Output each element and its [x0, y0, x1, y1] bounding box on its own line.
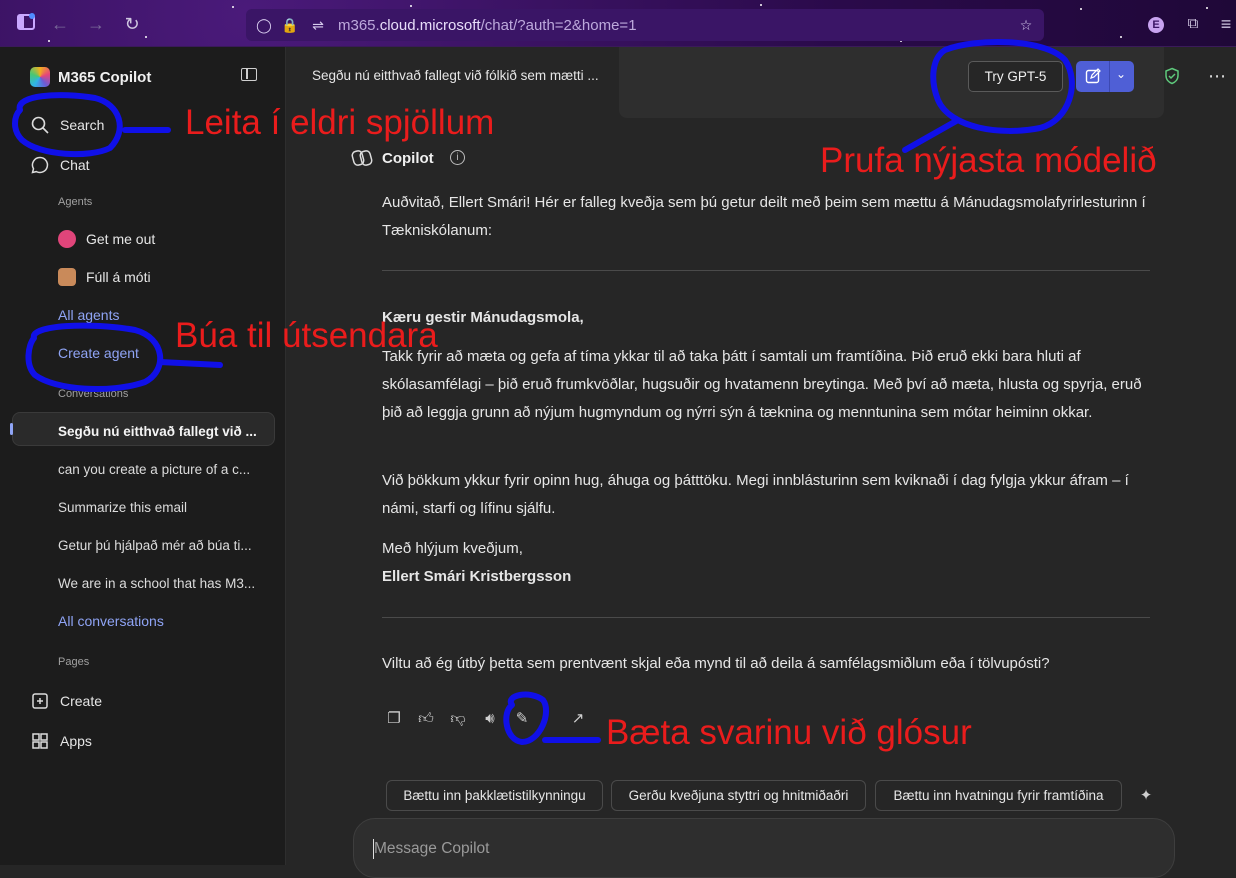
conversation-item[interactable]: Summarize this email: [58, 500, 187, 515]
search-button[interactable]: Search: [30, 113, 104, 137]
lock-icon: 🔒: [281, 17, 299, 33]
menu-icon[interactable]: ≡: [1214, 12, 1236, 36]
sidebar-item-full-a-moti[interactable]: Fúll á móti: [86, 269, 151, 285]
chat-label: Chat: [60, 157, 90, 173]
conversation-item[interactable]: Segðu nú eitthvað fallegt við ...: [58, 424, 257, 439]
more-options-icon[interactable]: ⋯: [1208, 66, 1227, 87]
extensions-icon[interactable]: ⧉: [1181, 12, 1205, 36]
url-text: m365.cloud.microsoft/chat/?auth=2&home=1: [338, 17, 637, 34]
message-body-2: Við þökkum ykkur fyrir opinn hug, áhuga …: [382, 472, 1129, 517]
sparkle-refresh-icon[interactable]: ✦: [1137, 787, 1155, 805]
chat-bubble-icon: [30, 155, 50, 175]
shield-icon[interactable]: ◯: [254, 15, 274, 35]
new-chat-icon: [1085, 68, 1101, 84]
try-gpt5-button[interactable]: Try GPT-5: [968, 61, 1063, 92]
copy-icon[interactable]: ❐: [385, 710, 403, 728]
apps-label: Apps: [60, 733, 92, 749]
annotation-notes: Bæta svarinu við glósur: [606, 713, 972, 752]
permissions-icon[interactable]: ⇌: [308, 15, 328, 35]
get-me-out-agent-icon: [58, 230, 76, 248]
message-signoff: Með hlýjum kveðjum,: [382, 540, 523, 557]
new-chat-button[interactable]: ⌄: [1076, 61, 1134, 92]
thumbs-down-icon[interactable]: 👎︎: [449, 710, 467, 728]
message-signature: Ellert Smári Kristbergsson: [382, 568, 572, 585]
browser-toolbar: ← → ↻ ◯ 🔒 ⇌ m365.cloud.microsoft/chat/?a…: [0, 0, 1236, 47]
sender-name: Copilot: [382, 150, 434, 167]
message-followup: Viltu að ég útbý þetta sem prentvænt skj…: [382, 655, 1050, 672]
search-label: Search: [60, 117, 105, 133]
read-aloud-icon[interactable]: 🔊︎: [481, 710, 499, 728]
annotation-create-agent: Búa til útsendara: [175, 316, 438, 355]
apps-button[interactable]: Apps: [30, 729, 92, 753]
suggestion-chip[interactable]: Bættu inn hvatningu fyrir framtíðina: [875, 780, 1122, 811]
back-arrow-icon[interactable]: ←: [48, 12, 72, 36]
message-greeting: Kæru gestir Mánudagsmola,: [382, 309, 584, 326]
chevron-down-icon[interactable]: ⌄: [1116, 67, 1126, 81]
app-title: M365 Copilot: [58, 69, 152, 86]
annotation-search: Leita í eldri spjöllum: [185, 103, 495, 142]
edit-in-pages-icon[interactable]: ✎: [513, 710, 531, 728]
divider: [382, 617, 1150, 618]
share-icon[interactable]: ↗: [569, 710, 587, 728]
suggestion-chip[interactable]: Bættu inn þakklætistilkynningu: [386, 780, 603, 811]
collapse-sidebar-icon[interactable]: [241, 68, 257, 81]
copilot-icon: [351, 147, 373, 169]
create-label: Create: [60, 693, 103, 709]
sidebar-item-get-me-out[interactable]: Get me out: [86, 231, 155, 247]
address-bar[interactable]: ◯ 🔒 ⇌ m365.cloud.microsoft/chat/?auth=2&…: [246, 9, 1044, 41]
suggestion-chip[interactable]: Gerðu kveðjuna styttri og hnitmiðaðri: [611, 780, 866, 811]
search-icon: [30, 115, 50, 135]
agents-heading: Agents: [58, 196, 93, 208]
all-agents-link[interactable]: All agents: [58, 307, 119, 323]
active-indicator: [10, 423, 13, 435]
create-button[interactable]: Create: [30, 689, 102, 713]
forward-arrow-icon[interactable]: →: [84, 12, 108, 36]
shield-check-icon[interactable]: [1163, 67, 1181, 85]
thumbs-up-icon[interactable]: 👍︎: [417, 710, 435, 728]
apps-grid-icon: [30, 731, 50, 751]
bookmark-star-icon[interactable]: ☆: [1016, 15, 1036, 35]
reload-icon[interactable]: ↻: [120, 12, 144, 36]
chevron-down-icon[interactable]: ⌄: [537, 710, 555, 728]
all-conversations-link[interactable]: All conversations: [58, 613, 164, 629]
conversation-item[interactable]: We are in a school that has M3...: [58, 576, 255, 591]
create-agent-link[interactable]: Create agent: [58, 345, 139, 361]
create-icon: [30, 691, 50, 711]
conversation-title: Segðu nú eitthvað fallegt við fólkið sem…: [312, 68, 599, 83]
conversations-heading: Conversations: [58, 388, 129, 400]
info-icon[interactable]: i: [450, 150, 465, 165]
message-intro: Auðvitað, Ellert Smári! Hér er falleg kv…: [382, 194, 1146, 239]
chat-button[interactable]: Chat: [30, 153, 90, 177]
message-placeholder: Message Copilot: [374, 840, 490, 857]
conversation-item[interactable]: Getur þú hjálpað mér að búa ti...: [58, 538, 252, 553]
annotation-try-model: Prufa nýjasta módelið: [820, 141, 1157, 180]
profile-avatar[interactable]: E: [1148, 17, 1164, 33]
copilot-logo-icon: [30, 67, 50, 87]
message-body-1: Takk fyrir að mæta og gefa af tíma ykkar…: [382, 348, 1142, 421]
sidebar-toggle-icon[interactable]: [14, 12, 38, 36]
full-a-moti-agent-icon: [58, 268, 76, 286]
message-input[interactable]: Message Copilot: [353, 818, 1175, 878]
pages-heading: Pages: [58, 656, 90, 668]
sidebar: M365 Copilot Search Chat Agents Get me o…: [0, 47, 286, 865]
divider: [382, 270, 1150, 271]
conversation-item[interactable]: can you create a picture of a c...: [58, 462, 250, 477]
